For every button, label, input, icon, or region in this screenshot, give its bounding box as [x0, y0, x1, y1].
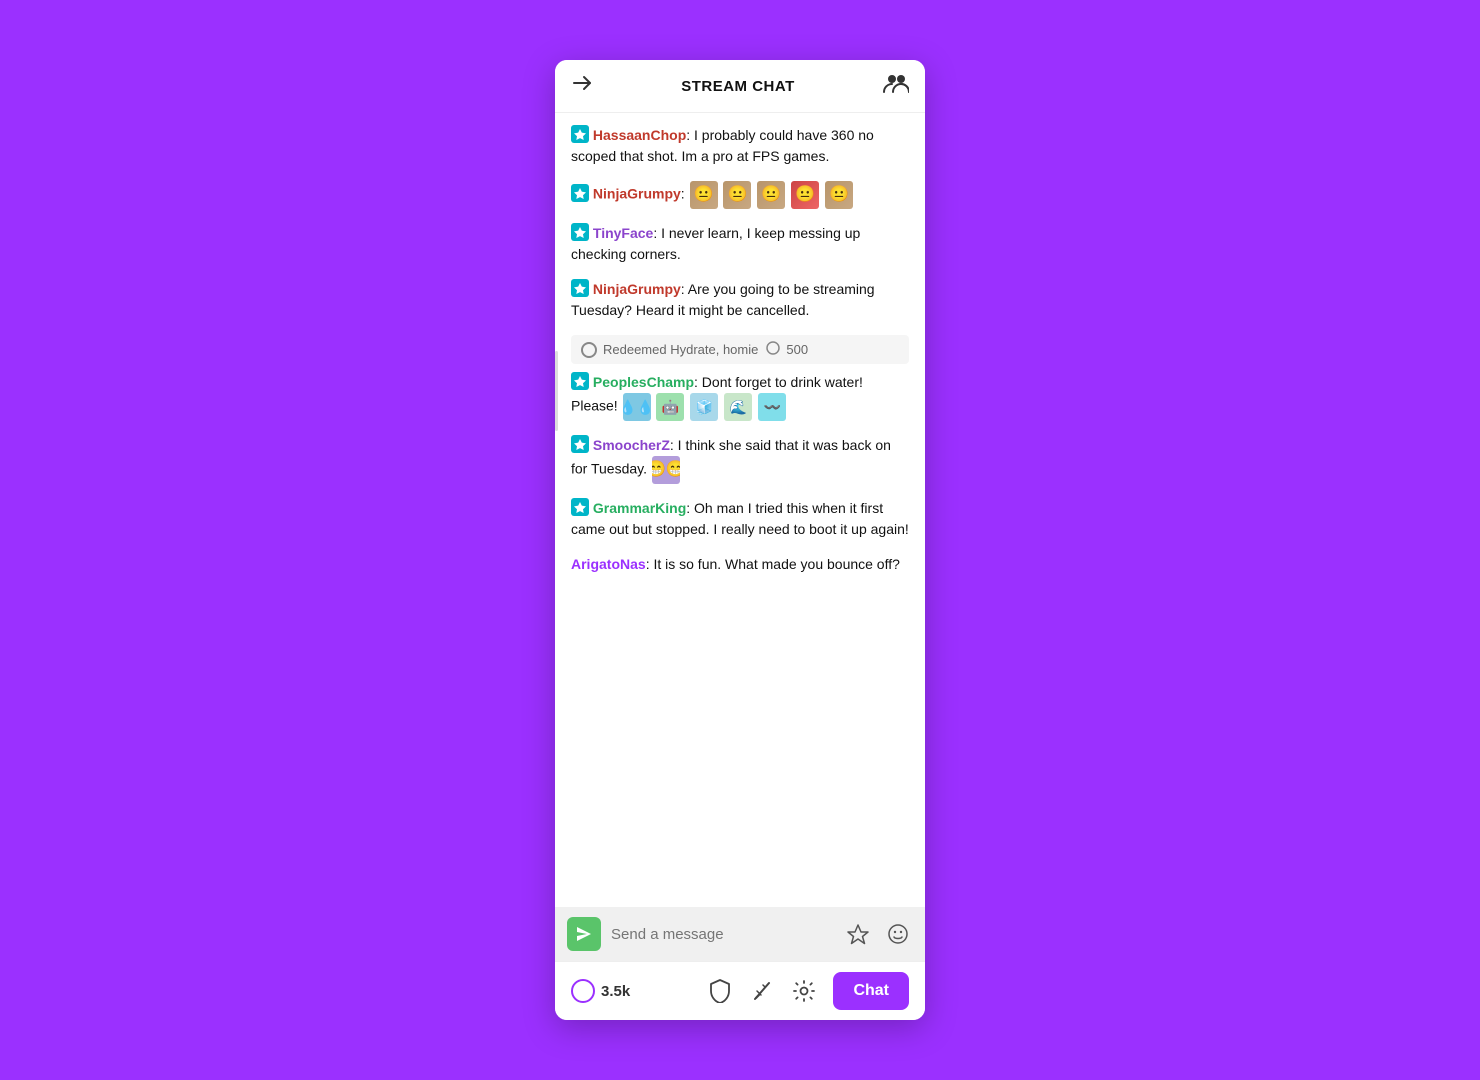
list-item: SmoocherZ: I think she said that it was …	[571, 435, 909, 484]
message-input-bar	[555, 907, 925, 961]
list-item: TinyFace: I never learn, I keep messing …	[571, 223, 909, 265]
emote	[791, 181, 819, 209]
list-item: PeoplesChamp: Dont forget to drink water…	[571, 372, 909, 421]
emote: 🤖	[656, 393, 684, 421]
chat-scroll-area: HassaanChop: I probably could have 360 n…	[555, 113, 925, 907]
list-item: NinjaGrumpy: Are you going to be streami…	[571, 279, 909, 321]
redemption-notice: Redeemed Hydrate, homie 500	[571, 335, 909, 364]
emote-icon[interactable]	[883, 919, 913, 949]
settings-icon[interactable]	[791, 978, 817, 1004]
points-value: 500	[786, 342, 808, 357]
list-item: GrammarKing: Oh man I tried this when it…	[571, 498, 909, 540]
page-title: STREAM CHAT	[681, 78, 795, 95]
subscriber-badge	[571, 435, 589, 453]
chat-header: STREAM CHAT	[555, 60, 925, 113]
chat-messages: HassaanChop: I probably could have 360 n…	[555, 113, 925, 907]
sword-icon[interactable]	[749, 978, 775, 1004]
viewer-ring-icon	[571, 979, 595, 1003]
subscriber-badge	[571, 184, 589, 202]
subscriber-badge	[571, 498, 589, 516]
emote: 🌊	[724, 393, 752, 421]
redemption-text: Redeemed Hydrate, homie	[603, 342, 758, 357]
input-actions	[843, 919, 913, 949]
username: NinjaGrumpy	[593, 186, 681, 202]
emote	[757, 181, 785, 209]
message-text: : It is so fun. What made you bounce off…	[646, 556, 900, 572]
collapse-icon[interactable]	[571, 72, 593, 100]
username: PeoplesChamp	[593, 374, 694, 390]
bottom-icons: Chat	[707, 972, 909, 1010]
subscriber-badge	[571, 125, 589, 143]
shield-icon[interactable]	[707, 978, 733, 1004]
scrollbar	[555, 351, 558, 431]
list-item: HassaanChop: I probably could have 360 n…	[571, 125, 909, 167]
coin-icon	[581, 342, 597, 358]
users-icon[interactable]	[883, 72, 909, 100]
subscriber-badge	[571, 279, 589, 297]
bits-icon[interactable]	[843, 919, 873, 949]
emote	[690, 181, 718, 209]
viewer-count-value: 3.5k	[601, 983, 630, 1000]
list-item: NinjaGrumpy:	[571, 181, 909, 209]
username: SmoocherZ	[593, 437, 670, 453]
emote: 🧊	[690, 393, 718, 421]
list-item: ArigatoNas: It is so fun. What made you …	[571, 554, 909, 575]
subscriber-badge	[571, 372, 589, 390]
chat-panel: STREAM CHAT HassaanChop: I probably coul…	[555, 60, 925, 1020]
coin-icon-2	[766, 341, 780, 358]
message-input[interactable]	[611, 926, 833, 943]
username: GrammarKing	[593, 500, 686, 516]
viewer-count: 3.5k	[571, 979, 630, 1003]
chat-button[interactable]: Chat	[833, 972, 909, 1010]
emote	[723, 181, 751, 209]
username: ArigatoNas	[571, 556, 646, 572]
subscriber-badge	[571, 223, 589, 241]
bottom-bar: 3.5k Chat	[555, 961, 925, 1020]
emote: 😁	[652, 456, 680, 484]
emote: 〰️	[758, 393, 786, 421]
emote: 💧	[623, 393, 651, 421]
username: NinjaGrumpy	[593, 281, 681, 297]
send-icon	[567, 917, 601, 951]
emote	[825, 181, 853, 209]
message-text: :	[681, 186, 689, 202]
username: TinyFace	[593, 225, 653, 241]
username: HassaanChop	[593, 127, 686, 143]
